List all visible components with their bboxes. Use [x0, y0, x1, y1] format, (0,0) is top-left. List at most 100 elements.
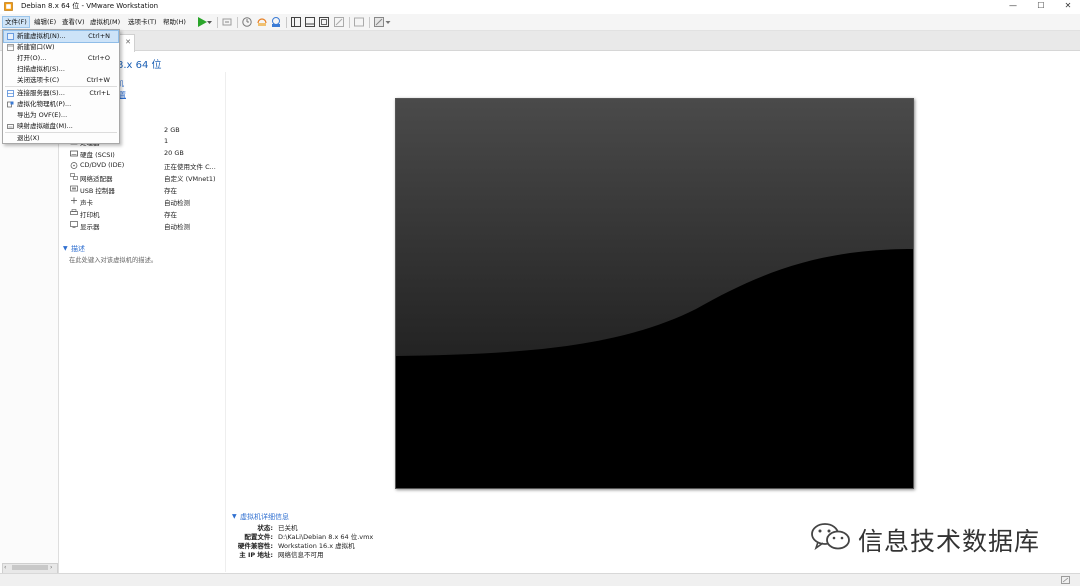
- device-display-name[interactable]: 显示器: [80, 221, 100, 231]
- menu-item-label: 扫描虚拟机(S)...: [17, 65, 65, 73]
- thumbnail-view-icon[interactable]: [304, 16, 316, 28]
- vm-screen-preview[interactable]: [395, 98, 914, 489]
- menu-item-shortcut: Ctrl+W: [86, 76, 110, 84]
- toolbar-separator: [349, 17, 350, 28]
- menu-item-label: 关闭选项卡(C): [17, 76, 60, 84]
- menu-item-open[interactable]: 打开(O)... Ctrl+O: [4, 53, 118, 64]
- virtualize-physical-icon: [7, 101, 14, 108]
- device-cd-dvd-name[interactable]: CD/DVD (IDE): [80, 161, 124, 169]
- device-hard-disk-name[interactable]: 硬盘 (SCSI): [80, 149, 115, 159]
- stretch-view-icon[interactable]: [373, 16, 385, 28]
- new-vm-icon: [7, 33, 14, 40]
- device-hard-disk-value: 20 GB: [164, 149, 184, 157]
- vmware-app-icon: [4, 2, 13, 11]
- send-ctrl-alt-del-icon[interactable]: [221, 16, 233, 28]
- title-bar: Debian 8.x 64 位 - VMware Workstation — ☐…: [0, 0, 1080, 13]
- menu-item-connect-server[interactable]: 连接服务器(S)... Ctrl+L: [4, 88, 118, 99]
- device-sound-value: 自动检测: [164, 199, 190, 207]
- dropdown-arrow-icon[interactable]: [206, 16, 213, 28]
- menu-item-new-window[interactable]: 新建窗口(W): [4, 42, 118, 53]
- watermark-text: 信息技术数据库: [858, 527, 1041, 556]
- menu-item-new-vm[interactable]: 新建虚拟机(N)... Ctrl+N: [3, 30, 119, 43]
- menu-item-shortcut: Ctrl+N: [88, 32, 110, 40]
- menu-item-exit[interactable]: 退出(X): [4, 133, 118, 144]
- menu-file[interactable]: 文件(F): [2, 16, 30, 28]
- menu-item-map-virtual-disk[interactable]: 映射虚拟磁盘(M)...: [4, 121, 118, 132]
- unity-icon[interactable]: [333, 16, 345, 28]
- sound-card-icon: [71, 197, 77, 204]
- menu-view[interactable]: 查看(V): [60, 16, 87, 28]
- menu-item-shortcut: Ctrl+O: [87, 54, 110, 62]
- menu-item-scan-vm[interactable]: 扫描虚拟机(S)...: [4, 64, 118, 75]
- revert-snapshot-icon[interactable]: [256, 16, 268, 28]
- device-network-name[interactable]: 网络适配器: [80, 173, 113, 183]
- snapshot-icon[interactable]: [241, 16, 253, 28]
- display-icon: [70, 221, 78, 228]
- scroll-right-icon[interactable]: ›: [50, 564, 52, 571]
- menu-vm[interactable]: 虚拟机(M): [88, 16, 122, 28]
- window-title: Debian 8.x 64 位 - VMware Workstation: [21, 2, 159, 10]
- vm-title: 8.x 64 位: [117, 60, 162, 71]
- details-ip-label: 主 IP 地址:: [239, 551, 273, 559]
- description-header[interactable]: 描述: [71, 244, 85, 254]
- menu-item-label: 新建窗口(W): [17, 43, 55, 51]
- menu-separator: [5, 86, 117, 87]
- chevron-down-icon[interactable]: [385, 16, 391, 28]
- connect-server-icon: [7, 90, 14, 97]
- file-dropdown-menu: 新建虚拟机(N)... Ctrl+N 新建窗口(W) 打开(O)... Ctrl…: [2, 29, 120, 144]
- status-icon[interactable]: [1061, 576, 1070, 584]
- menu-item-label: 退出(X): [17, 134, 40, 142]
- device-usb-name[interactable]: USB 控制器: [80, 185, 115, 195]
- menu-item-label: 连接服务器(S)...: [17, 89, 65, 97]
- wechat-logo-icon: [811, 523, 850, 551]
- toolbar-separator: [217, 17, 218, 28]
- menu-help[interactable]: 帮助(H): [161, 16, 188, 28]
- close-window-button[interactable]: ✕: [1057, 0, 1079, 13]
- library-view-icon[interactable]: [290, 16, 302, 28]
- menu-item-export-ovf[interactable]: 导出为 OVF(E)...: [4, 110, 118, 121]
- device-printer-name[interactable]: 打印机: [80, 209, 100, 219]
- network-adapter-icon: [70, 173, 78, 180]
- edit-settings-link[interactable]: 置: [119, 90, 126, 100]
- menu-edit[interactable]: 编辑(E): [32, 16, 58, 28]
- tab-close-icon[interactable]: ✕: [125, 38, 131, 46]
- maximize-button[interactable]: ☐: [1030, 0, 1052, 13]
- device-printer-value: 存在: [164, 211, 177, 219]
- printer-icon: [70, 209, 78, 215]
- menu-item-shortcut: Ctrl+L: [89, 89, 110, 97]
- map-disk-icon: [7, 124, 14, 129]
- device-network-value: 自定义 (VMnet1): [164, 175, 216, 183]
- fullscreen-icon[interactable]: [318, 16, 330, 28]
- scroll-left-icon[interactable]: ‹: [4, 564, 6, 571]
- console-view-icon[interactable]: [353, 16, 365, 28]
- device-memory-value: 2 GB: [164, 126, 180, 134]
- collapse-arrow-icon[interactable]: ▼: [63, 245, 68, 252]
- details-ip-value: 网络信息不可用: [278, 551, 324, 559]
- tab-strip: [0, 31, 1080, 51]
- device-display-value: 自动检测: [164, 223, 190, 231]
- column-divider: [225, 72, 226, 572]
- device-sound-name[interactable]: 声卡: [80, 197, 93, 207]
- snapshot-manager-icon[interactable]: [270, 16, 282, 28]
- minimize-button[interactable]: —: [1002, 0, 1024, 13]
- device-processor-value: 1: [164, 137, 169, 145]
- toolbar-separator: [286, 17, 287, 28]
- menu-item-virtualize-physical[interactable]: 虚拟化物理机(P)...: [4, 99, 118, 110]
- menu-item-close-tab[interactable]: 关闭选项卡(C) Ctrl+W: [4, 75, 118, 86]
- scrollbar-thumb[interactable]: [12, 565, 48, 570]
- menu-item-label: 打开(O)...: [17, 54, 47, 62]
- watermark: 信息技术数据库: [810, 520, 1070, 556]
- details-collapse-arrow-icon[interactable]: ▼: [232, 513, 237, 520]
- details-header[interactable]: 虚拟机详细信息: [240, 512, 289, 522]
- new-window-icon: [7, 44, 14, 51]
- description-placeholder[interactable]: 在此处键入对该虚拟机的描述。: [69, 255, 157, 264]
- usb-controller-icon: [70, 185, 78, 192]
- menu-tabs[interactable]: 选项卡(T): [126, 16, 159, 28]
- menu-bar: 文件(F) 编辑(E) 查看(V) 虚拟机(M) 选项卡(T) 帮助(H): [0, 14, 1080, 31]
- menu-item-label: 映射虚拟磁盘(M)...: [17, 122, 73, 130]
- hard-disk-icon: [70, 150, 78, 157]
- menu-item-label: 虚拟化物理机(P)...: [17, 100, 72, 108]
- toolbar-separator: [369, 17, 370, 28]
- cd-dvd-icon: [70, 162, 78, 169]
- device-cd-dvd-value: 正在使用文件 C...: [164, 163, 216, 171]
